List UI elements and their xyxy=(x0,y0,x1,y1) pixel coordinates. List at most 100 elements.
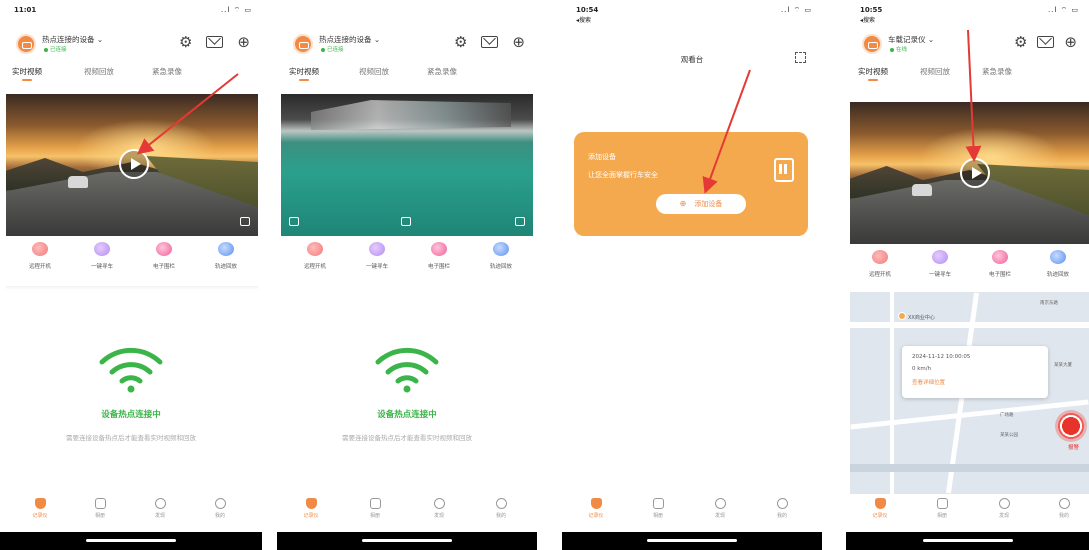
discover-icon xyxy=(998,498,1010,509)
quick-action-find-car[interactable]: 一键寻车 xyxy=(910,250,970,278)
nav-recorder[interactable]: 记录仪 xyxy=(860,498,900,519)
quick-actions: 远程开机 一键寻车 电子围栏 轨迹回放 xyxy=(850,250,1089,292)
tab-playback[interactable]: 视频回放 xyxy=(920,66,950,77)
tab-playback[interactable]: 视频回放 xyxy=(84,66,114,77)
card-title: 添加设备 xyxy=(588,153,616,161)
home-indicator xyxy=(0,532,262,550)
folder-icon[interactable] xyxy=(240,217,250,226)
remote-boot-icon xyxy=(32,242,48,256)
map-label: 某某公园 xyxy=(1000,433,1018,438)
quick-action-fence[interactable]: 电子围栏 xyxy=(970,250,1030,278)
video-tabs: 实时视频 视频回放 紧急录像 xyxy=(289,66,527,86)
quick-action-track[interactable]: 轨迹回放 xyxy=(196,242,256,270)
play-button-icon[interactable] xyxy=(960,158,990,188)
fence-icon xyxy=(431,242,447,256)
device-selector[interactable]: 热点连接的设备 ⌄ xyxy=(42,34,103,45)
nav-discover[interactable]: 发现 xyxy=(419,498,459,519)
signal-battery-icons: ..l ⌔ ▭ xyxy=(220,6,252,14)
popup-time: 2024-11-12 10:00:05 xyxy=(912,354,971,360)
wifi-icon xyxy=(375,347,439,393)
play-button-icon[interactable] xyxy=(119,149,149,179)
quick-action-fence[interactable]: 电子围栏 xyxy=(409,242,469,270)
status-back-label[interactable]: ◂搜索 xyxy=(576,15,591,24)
device-status: 在线 xyxy=(890,45,907,53)
nav-discover[interactable]: 发现 xyxy=(984,498,1024,519)
location-map[interactable]: XX商业中心 南京东路 某某大厦 广场路 某某公园 2024-11-12 10:… xyxy=(850,292,1089,494)
tab-live-video[interactable]: 实时视频 xyxy=(858,66,888,81)
find-car-icon xyxy=(932,250,948,264)
tab-playback[interactable]: 视频回放 xyxy=(359,66,389,77)
quick-action-find-car[interactable]: 一键寻车 xyxy=(72,242,132,270)
quick-action-track[interactable]: 轨迹回放 xyxy=(471,242,531,270)
lock-icon[interactable] xyxy=(401,217,411,226)
status-back-label[interactable]: ◂搜索 xyxy=(860,15,875,24)
add-circle-icon[interactable]: ⊕ xyxy=(1064,34,1077,50)
nav-recorder[interactable]: 记录仪 xyxy=(20,498,60,519)
scan-icon[interactable] xyxy=(795,52,806,63)
nav-album[interactable]: 相册 xyxy=(922,498,962,519)
popup-speed: 0 km/h xyxy=(912,366,932,372)
fence-icon xyxy=(992,250,1008,264)
quick-action-track[interactable]: 轨迹回放 xyxy=(1028,250,1088,278)
message-envelope-icon[interactable] xyxy=(1037,36,1055,48)
live-video-player[interactable] xyxy=(850,102,1089,244)
sos-label: 报警 xyxy=(1067,445,1079,451)
quick-action-remote-boot[interactable]: 远程开机 xyxy=(850,250,910,278)
status-bar: 11:01 ..l ⌔ ▭ xyxy=(14,6,252,18)
add-circle-icon[interactable]: ⊕ xyxy=(237,34,250,50)
home-indicator xyxy=(562,532,822,550)
nav-mine[interactable]: 我的 xyxy=(200,498,240,519)
device-selector[interactable]: 车载记录仪 ⌄ xyxy=(888,34,934,45)
tab-live-video[interactable]: 实时视频 xyxy=(289,66,319,81)
nav-mine[interactable]: 我的 xyxy=(1044,498,1084,519)
message-envelope-icon[interactable] xyxy=(206,36,224,48)
settings-gear-icon[interactable]: ⚙ xyxy=(179,34,192,50)
video-scene xyxy=(311,100,511,130)
tab-live-video[interactable]: 实时视频 xyxy=(12,66,42,81)
signal-battery-icons: ..l ⌔ ▭ xyxy=(1047,6,1079,14)
settings-gear-icon[interactable]: ⚙ xyxy=(454,34,467,50)
popup-address-link[interactable]: 查看详细位置 xyxy=(912,378,945,386)
album-icon xyxy=(94,498,106,509)
recorder-icon xyxy=(874,498,886,509)
quick-action-fence[interactable]: 电子围栏 xyxy=(134,242,194,270)
discover-icon xyxy=(154,498,166,509)
quick-action-remote-boot[interactable]: 远程开机 xyxy=(285,242,345,270)
location-pin-icon[interactable] xyxy=(898,312,906,320)
card-subtitle: 让您全面掌握行车安全 xyxy=(588,171,658,179)
location-popup: 2024-11-12 10:00:05 0 km/h 查看详细位置 xyxy=(902,346,1048,398)
bottom-nav: 记录仪 相册 发现 我的 xyxy=(277,498,537,528)
tab-emergency[interactable]: 紧急录像 xyxy=(152,66,182,77)
nav-recorder[interactable]: 记录仪 xyxy=(291,498,331,519)
mute-speaker-icon[interactable] xyxy=(289,217,299,226)
track-icon xyxy=(218,242,234,256)
message-envelope-icon[interactable] xyxy=(481,36,499,48)
nav-discover[interactable]: 发现 xyxy=(140,498,180,519)
nav-album[interactable]: 相册 xyxy=(355,498,395,519)
tab-emergency[interactable]: 紧急录像 xyxy=(427,66,457,77)
sos-alarm-icon[interactable] xyxy=(1055,410,1087,442)
settings-gear-icon[interactable]: ⚙ xyxy=(1014,34,1027,50)
album-icon xyxy=(652,498,664,509)
nav-album[interactable]: 相册 xyxy=(638,498,678,519)
tab-emergency[interactable]: 紧急录像 xyxy=(982,66,1012,77)
add-device-button[interactable]: 添加设备 xyxy=(656,194,746,214)
quick-action-find-car[interactable]: 一键寻车 xyxy=(347,242,407,270)
fence-icon xyxy=(156,242,172,256)
nav-recorder[interactable]: 记录仪 xyxy=(576,498,616,519)
folder-icon[interactable] xyxy=(515,217,525,226)
add-circle-icon[interactable]: ⊕ xyxy=(512,34,525,50)
quick-action-remote-boot[interactable]: 远程开机 xyxy=(10,242,70,270)
live-video-player[interactable] xyxy=(281,94,533,236)
live-video-player[interactable] xyxy=(6,94,258,236)
nav-mine[interactable]: 我的 xyxy=(762,498,802,519)
qr-code-icon[interactable] xyxy=(774,158,794,182)
nav-mine[interactable]: 我的 xyxy=(481,498,521,519)
page-title: 观看台 xyxy=(680,55,704,64)
nav-album[interactable]: 相册 xyxy=(80,498,120,519)
nav-discover[interactable]: 发现 xyxy=(700,498,740,519)
profile-icon xyxy=(495,498,507,509)
device-logo-icon xyxy=(293,34,313,54)
discover-icon xyxy=(714,498,726,509)
device-selector[interactable]: 热点连接的设备 ⌄ xyxy=(319,34,380,45)
